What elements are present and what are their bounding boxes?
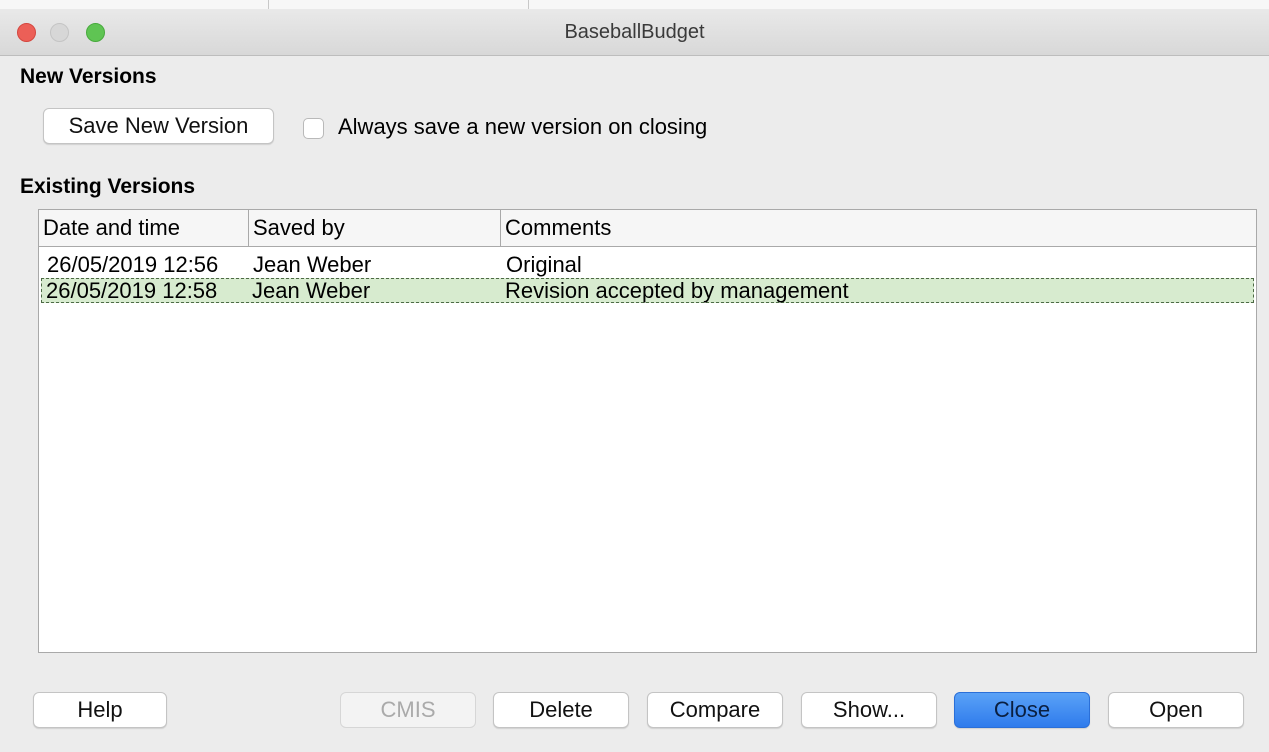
cmis-button: CMIS xyxy=(340,692,476,728)
save-new-version-button[interactable]: Save New Version xyxy=(43,108,274,144)
table-row[interactable]: 26/05/2019 12:56 Jean Weber Original xyxy=(41,252,1254,277)
table-row-selected[interactable]: 26/05/2019 12:58 Jean Weber Revision acc… xyxy=(41,278,1254,303)
column-divider xyxy=(528,0,529,9)
compare-button[interactable]: Compare xyxy=(647,692,783,728)
versions-table[interactable]: Date and time Saved by Comments 26/05/20… xyxy=(38,209,1257,653)
row-date: 26/05/2019 12:56 xyxy=(47,252,219,277)
column-header-date[interactable]: Date and time xyxy=(39,210,249,246)
column-header-comments[interactable]: Comments xyxy=(501,210,1256,246)
new-versions-heading: New Versions xyxy=(20,65,157,88)
column-header-saved-by[interactable]: Saved by xyxy=(249,210,501,246)
row-comment: Revision accepted by management xyxy=(505,278,849,303)
row-saved-by: Jean Weber xyxy=(253,252,372,277)
row-date: 26/05/2019 12:58 xyxy=(46,278,218,303)
delete-button[interactable]: Delete xyxy=(493,692,629,728)
window-title: BaseballBudget xyxy=(564,21,705,43)
always-save-checkbox-label[interactable]: Always save a new version on closing xyxy=(338,114,707,140)
help-button[interactable]: Help xyxy=(33,692,167,728)
row-saved-by: Jean Weber xyxy=(252,278,371,303)
table-header: Date and time Saved by Comments xyxy=(39,210,1256,247)
close-button[interactable]: Close xyxy=(954,692,1090,728)
open-button[interactable]: Open xyxy=(1108,692,1244,728)
versions-dialog: BaseballBudget New Versions Save New Ver… xyxy=(0,0,1269,752)
column-divider xyxy=(268,0,269,9)
always-save-checkbox[interactable] xyxy=(303,118,324,139)
row-comment: Original xyxy=(506,252,582,277)
existing-versions-heading: Existing Versions xyxy=(20,175,196,198)
title-bar: BaseballBudget xyxy=(0,9,1269,56)
show-button[interactable]: Show... xyxy=(801,692,937,728)
